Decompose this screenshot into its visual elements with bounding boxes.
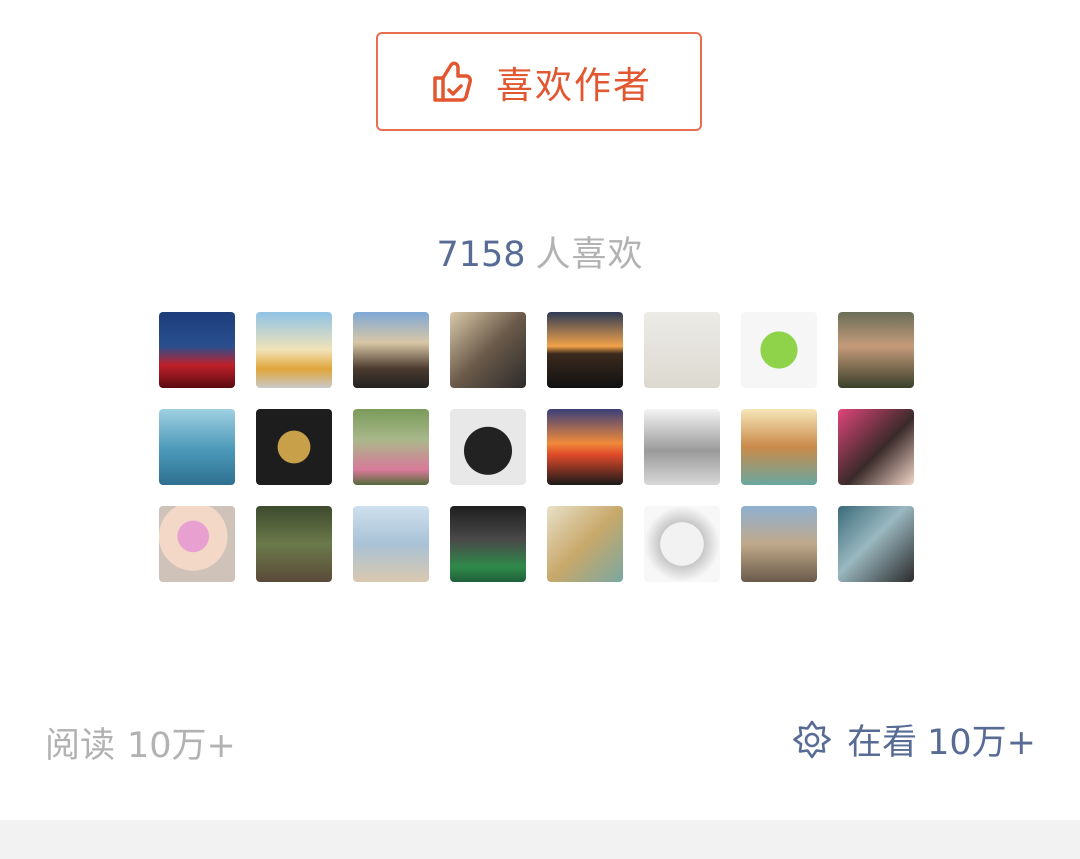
- avatar-4[interactable]: [450, 312, 526, 388]
- avatar-8[interactable]: [838, 312, 914, 388]
- avatar-3[interactable]: [353, 312, 429, 388]
- read-value: 10万+: [127, 726, 236, 766]
- avatar-15[interactable]: [741, 409, 817, 485]
- avatar-17[interactable]: [159, 506, 235, 582]
- like-author-button[interactable]: 喜欢作者: [376, 32, 702, 131]
- avatar-5[interactable]: [547, 312, 623, 388]
- bottom-divider-bar: [0, 820, 1080, 859]
- avatar-11[interactable]: [353, 409, 429, 485]
- avatar-18[interactable]: [256, 506, 332, 582]
- avatar-23[interactable]: [741, 506, 817, 582]
- read-count: 阅读 10万+: [45, 717, 236, 768]
- like-count: 7158 人喜欢: [0, 226, 1080, 277]
- avatar-13[interactable]: [547, 409, 623, 485]
- avatar-10[interactable]: [256, 409, 332, 485]
- avatar-16[interactable]: [838, 409, 914, 485]
- avatar-2[interactable]: [256, 312, 332, 388]
- avatar-9[interactable]: [159, 409, 235, 485]
- watching-button[interactable]: 在看 10万+: [791, 714, 1036, 765]
- liker-avatars: [159, 312, 919, 582]
- avatar-21[interactable]: [547, 506, 623, 582]
- avatar-12[interactable]: [450, 409, 526, 485]
- watching-label: 在看: [847, 723, 918, 763]
- avatar-14[interactable]: [644, 409, 720, 485]
- like-author-label: 喜欢作者: [496, 63, 652, 107]
- like-count-suffix: 人喜欢: [535, 235, 644, 275]
- avatar-19[interactable]: [353, 506, 429, 582]
- read-label: 阅读: [45, 726, 116, 766]
- avatar-7[interactable]: [741, 312, 817, 388]
- watching-value: 10万+: [927, 723, 1036, 763]
- avatar-1[interactable]: [159, 312, 235, 388]
- avatar-6[interactable]: [644, 312, 720, 388]
- avatar-20[interactable]: [450, 506, 526, 582]
- avatar-22[interactable]: [644, 506, 720, 582]
- thumbs-up-icon: [426, 58, 474, 106]
- avatar-24[interactable]: [838, 506, 914, 582]
- like-count-number: 7158: [436, 235, 526, 275]
- wow-star-icon: [791, 719, 833, 761]
